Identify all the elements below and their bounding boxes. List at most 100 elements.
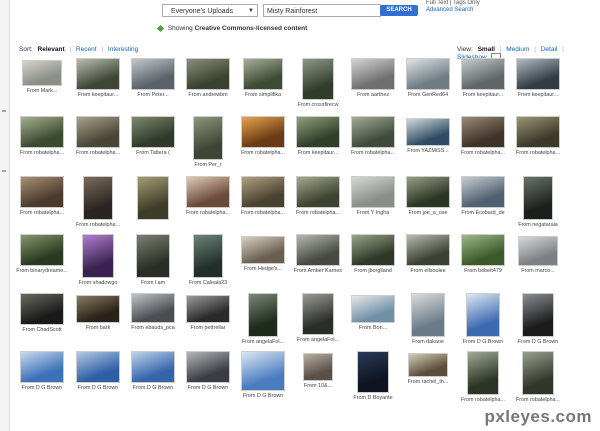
photo-thumbnail[interactable]	[131, 351, 175, 383]
photo-item[interactable]: From keepitaur...	[457, 58, 509, 98]
photo-item[interactable]: From robatelpha...	[292, 176, 344, 216]
photo-caption[interactable]: From simplifika	[237, 92, 289, 98]
photo-item[interactable]: From keepitaur...	[512, 58, 564, 98]
photo-item[interactable]: From robatelpha...	[72, 176, 124, 228]
photo-caption[interactable]: From binarydreame...	[16, 268, 68, 274]
photo-caption[interactable]: From ebauds_pca	[127, 325, 179, 331]
photo-caption[interactable]: From D G Brown	[457, 339, 509, 345]
photo-thumbnail[interactable]	[243, 58, 283, 90]
photo-caption[interactable]: From Caleala23	[182, 280, 234, 286]
photo-item[interactable]: From D G Brown	[182, 351, 234, 391]
photo-caption[interactable]: From 10&...	[292, 383, 344, 389]
photo-caption[interactable]: From joe_a_ose	[402, 210, 454, 216]
photo-thumbnail[interactable]	[461, 176, 505, 208]
photo-caption[interactable]: From jborglland	[347, 268, 399, 274]
photo-item[interactable]: From YAZMiSS...	[402, 116, 454, 154]
photo-item[interactable]: From Hedge's...	[237, 234, 289, 272]
photo-caption[interactable]: From negataraia	[512, 222, 564, 228]
search-mode-links[interactable]: Full Text | Tags Only	[426, 0, 480, 7]
photo-item[interactable]: From D G Brown	[237, 351, 289, 399]
photo-thumbnail[interactable]	[406, 176, 450, 208]
photo-item[interactable]: From Mark...	[16, 58, 68, 94]
photo-thumbnail[interactable]	[351, 116, 395, 148]
photo-thumbnail[interactable]	[131, 58, 175, 90]
photo-item[interactable]: From keepitaur...	[72, 58, 124, 98]
photo-thumbnail[interactable]	[302, 58, 334, 100]
photo-item[interactable]: From robatelpha...	[457, 351, 509, 403]
photo-item[interactable]: From dakaoe	[402, 293, 454, 345]
photo-thumbnail[interactable]	[516, 58, 560, 90]
photo-thumbnail[interactable]	[516, 116, 560, 148]
photo-caption[interactable]: From Bon...	[347, 325, 399, 331]
photo-item[interactable]: From robatelpha...	[72, 116, 124, 156]
photo-caption[interactable]: From Mark...	[16, 88, 68, 94]
photo-caption[interactable]: From angelaFol...	[292, 337, 344, 343]
photo-caption[interactable]: From aarthez	[347, 92, 399, 98]
photo-caption[interactable]: From GenRed64	[402, 92, 454, 98]
photo-thumbnail[interactable]	[406, 58, 450, 90]
photo-item[interactable]: From angelaFol...	[292, 293, 344, 343]
photo-caption[interactable]: From keepitaur...	[457, 92, 509, 98]
photo-thumbnail[interactable]	[241, 176, 285, 208]
photo-caption[interactable]: From D G Brown	[72, 385, 124, 391]
photo-caption[interactable]: From robatelpha...	[72, 150, 124, 156]
sort-option-interesting[interactable]: Interesting	[108, 46, 138, 53]
photo-thumbnail[interactable]	[186, 58, 230, 90]
photo-caption[interactable]: From D Boyante	[347, 395, 399, 401]
photo-thumbnail[interactable]	[241, 116, 285, 148]
photo-caption[interactable]: From D G Brown	[237, 393, 289, 399]
photo-caption[interactable]: From robatelpha...	[16, 150, 68, 156]
photo-item[interactable]: From GenRed64	[402, 58, 454, 98]
photo-item[interactable]: From D G Brown	[72, 351, 124, 391]
view-option-medium[interactable]: Medium	[506, 46, 529, 53]
photo-item[interactable]: From Per_r	[182, 116, 234, 168]
photo-caption[interactable]: From keepitaur...	[72, 92, 124, 98]
photo-item[interactable]: From keepitaur...	[292, 116, 344, 156]
photo-thumbnail[interactable]	[186, 295, 230, 323]
photo-item[interactable]: From simplifika	[237, 58, 289, 98]
photo-caption[interactable]: From bark	[72, 325, 124, 331]
photo-caption[interactable]: From pettrellar	[182, 325, 234, 331]
search-scope-dropdown[interactable]: Everyone's Uploads ▼	[162, 4, 258, 17]
photo-thumbnail[interactable]	[20, 351, 64, 383]
advanced-search-link[interactable]: Advanced Search	[426, 7, 480, 14]
photo-thumbnail[interactable]	[467, 351, 499, 395]
photo-thumbnail[interactable]	[302, 293, 334, 335]
photo-thumbnail[interactable]	[357, 351, 389, 393]
photo-caption[interactable]: From robatelpha...	[237, 210, 289, 216]
photo-caption[interactable]: From crossfirecw	[292, 102, 344, 108]
photo-thumbnail[interactable]	[248, 293, 278, 337]
photo-item[interactable]: From rachel_th...	[402, 351, 454, 385]
photo-caption[interactable]: From Y Ingha	[347, 210, 399, 216]
search-input[interactable]: Misty Rainforest	[263, 4, 381, 17]
photo-thumbnail[interactable]	[83, 176, 113, 220]
photo-thumbnail[interactable]	[303, 353, 333, 381]
sort-option-relevant[interactable]: Relevant	[38, 46, 65, 53]
photo-item[interactable]: From Y Ingha	[347, 176, 399, 216]
photo-item[interactable]: From aarthez	[347, 58, 399, 98]
photo-thumbnail[interactable]	[131, 293, 175, 323]
photo-item[interactable]: From D G Brown	[512, 293, 564, 345]
photo-caption[interactable]: From keepitaur...	[292, 150, 344, 156]
photo-thumbnail[interactable]	[518, 236, 558, 266]
photo-caption[interactable]: From robatelpha...	[72, 222, 124, 228]
photo-thumbnail[interactable]	[351, 234, 395, 266]
photo-caption[interactable]: From Hedge's...	[237, 266, 289, 272]
photo-thumbnail[interactable]	[408, 353, 448, 377]
photo-item[interactable]: From D G Brown	[127, 351, 179, 391]
photo-item[interactable]: From Caleala23	[182, 234, 234, 286]
photo-thumbnail[interactable]	[351, 176, 395, 208]
photo-caption[interactable]: From Peter...	[127, 92, 179, 98]
photo-thumbnail[interactable]	[76, 295, 120, 323]
photo-item[interactable]: From l.am	[127, 234, 179, 286]
photo-item[interactable]: From ChadScott	[16, 293, 68, 333]
photo-thumbnail[interactable]	[20, 234, 64, 266]
photo-caption[interactable]: From Tattera (	[127, 150, 179, 156]
photo-thumbnail[interactable]	[296, 176, 340, 208]
photo-thumbnail[interactable]	[82, 234, 114, 278]
photo-caption[interactable]: From ChadScott	[16, 327, 68, 333]
photo-item[interactable]: From angelaFol...	[237, 293, 289, 345]
photo-thumbnail[interactable]	[522, 351, 554, 395]
sort-option-recent[interactable]: Recent	[76, 46, 97, 53]
photo-item[interactable]: From pettrellar	[182, 293, 234, 331]
